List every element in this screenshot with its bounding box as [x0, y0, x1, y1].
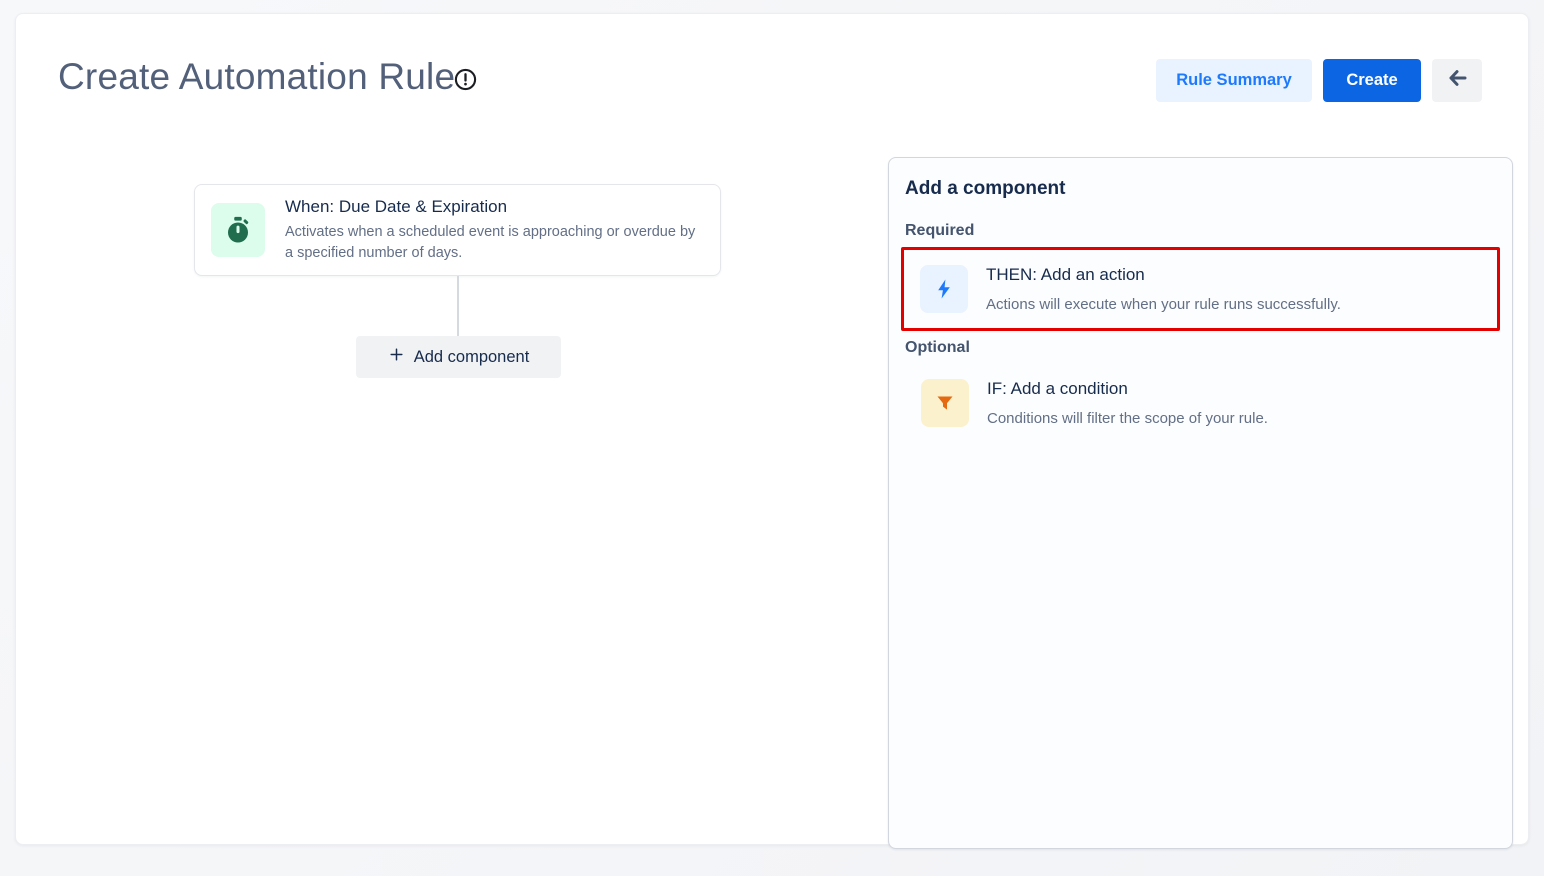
trigger-card-text: When: Due Date & Expiration Activates wh… [285, 197, 704, 264]
back-button[interactable] [1432, 59, 1482, 102]
alert-circle-icon[interactable] [454, 68, 477, 91]
component-item-title: THEN: Add an action [986, 265, 1481, 285]
component-item-description: Actions will execute when your rule runs… [986, 296, 1481, 313]
add-component-button[interactable]: Add component [356, 336, 561, 378]
stopwatch-icon [211, 203, 265, 257]
component-item-text: THEN: Add an action Actions will execute… [986, 265, 1481, 313]
trigger-card-description: Activates when a scheduled event is appr… [285, 222, 704, 264]
section-optional: Optional IF: Add a condition Conditions … [905, 339, 1496, 442]
trigger-card-title: When: Due Date & Expiration [285, 197, 704, 217]
lightning-icon [920, 265, 968, 313]
plus-icon [388, 346, 405, 368]
trigger-card-due-date[interactable]: When: Due Date & Expiration Activates wh… [194, 184, 721, 276]
main-content-card: Create Automation Rule Rule Summary Crea… [15, 13, 1529, 845]
rule-summary-button[interactable]: Rule Summary [1156, 59, 1312, 102]
section-required: Required THEN: Add an action Actions wil… [905, 222, 1496, 331]
component-item-if-condition[interactable]: IF: Add a condition Conditions will filt… [905, 364, 1496, 442]
section-optional-label: Optional [905, 339, 1496, 357]
component-item-text: IF: Add a condition Conditions will filt… [987, 379, 1480, 427]
page-background: Create Automation Rule Rule Summary Crea… [0, 0, 1544, 876]
header-actions: Rule Summary Create [1156, 59, 1482, 102]
arrow-left-icon [1445, 66, 1469, 95]
component-item-title: IF: Add a condition [987, 379, 1480, 399]
add-component-panel: Add a component Required THEN: Add an ac… [888, 157, 1513, 849]
section-required-label: Required [905, 222, 1496, 240]
flow-connector-line [457, 276, 459, 336]
filter-funnel-icon [921, 379, 969, 427]
add-component-label: Add component [414, 348, 530, 367]
create-button[interactable]: Create [1323, 59, 1421, 102]
page-title: Create Automation Rule [58, 56, 455, 98]
component-item-description: Conditions will filter the scope of your… [987, 410, 1480, 427]
panel-title: Add a component [905, 178, 1496, 200]
component-item-then-action[interactable]: THEN: Add an action Actions will execute… [901, 247, 1500, 331]
